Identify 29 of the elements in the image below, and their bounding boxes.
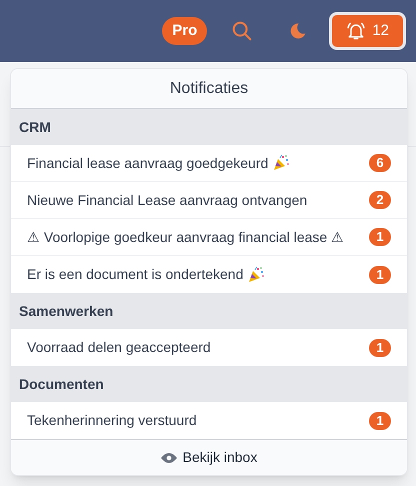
count-badge: 6	[369, 154, 391, 172]
count-badge: 1	[369, 338, 391, 356]
party-popper-icon	[247, 266, 266, 284]
notification-text: Nieuwe Financial Lease aanvraag ontvangen	[27, 190, 308, 210]
party-popper-icon	[272, 154, 290, 172]
notification-item[interactable]: Er is een document is ondertekend 1	[11, 256, 407, 293]
section-header: Samenwerken	[11, 293, 407, 329]
count-badge: 2	[369, 191, 391, 209]
notification-item[interactable]: Tekenherinnering verstuurd 1	[11, 402, 407, 439]
eye-icon	[160, 452, 177, 464]
dropdown-title: Notificaties	[11, 69, 407, 109]
section-header: Documenten	[11, 366, 407, 402]
pro-badge: Pro	[162, 16, 208, 46]
search-icon[interactable]	[231, 20, 254, 42]
count-badge: 1	[369, 412, 391, 430]
notification-item[interactable]: Financial lease aanvraag goedgekeurd 6	[11, 145, 407, 182]
count-badge: 1	[369, 228, 391, 246]
bell-icon	[346, 21, 366, 41]
notification-item[interactable]: Voorraad delen geaccepteerd 1	[11, 329, 407, 366]
notification-text: Financial lease aanvraag goedgekeurd	[27, 154, 268, 173]
count-badge: 1	[369, 266, 391, 284]
notification-item[interactable]: Nieuwe Financial Lease aanvraag ontvangen 2	[11, 182, 407, 219]
notification-item[interactable]: ⚠ Voorlopige goedkeur aanvraag financial lease ⚠ 1	[11, 219, 407, 256]
notification-text: Tekenherinnering verstuurd	[27, 411, 197, 430]
notification-text: Voorraad delen geaccepteerd	[27, 338, 211, 357]
notification-text: ⚠ Voorlopige goedkeur aanvraag financial lease ⚠	[27, 228, 344, 247]
notification-text: Er is een document is ondertekend	[27, 265, 244, 284]
view-inbox-link[interactable]: Bekijk inbox	[11, 439, 407, 475]
section-header: CRM	[11, 109, 407, 145]
